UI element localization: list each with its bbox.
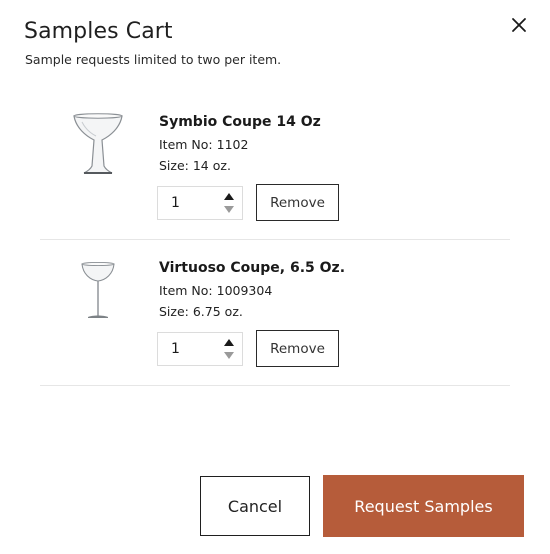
quantity-spinner: [216, 187, 242, 219]
cancel-button[interactable]: Cancel: [200, 476, 310, 536]
item-size-label: Size:: [159, 304, 189, 319]
stemmed-coupe-glass-icon: [81, 261, 115, 318]
quantity-input[interactable]: [158, 333, 218, 365]
close-button[interactable]: [508, 14, 530, 36]
quantity-stepper: [157, 186, 243, 220]
quantity-stepper: [157, 332, 243, 366]
item-number: Item No: 1009304: [159, 283, 272, 298]
increment-arrow-icon[interactable]: [224, 339, 234, 346]
remove-button[interactable]: Remove: [256, 184, 339, 221]
quantity-input[interactable]: [158, 187, 218, 219]
coupe-glass-icon: [73, 113, 123, 174]
item-number: Item No: 1102: [159, 137, 248, 152]
item-size-value: 6.75 oz.: [192, 304, 243, 319]
modal-subtitle: Sample requests limited to two per item.: [25, 52, 282, 67]
product-image: [68, 254, 128, 324]
cart-item: Virtuoso Coupe, 6.5 Oz. Item No: 1009304…: [40, 240, 510, 386]
close-icon: [512, 18, 526, 32]
modal-title: Samples Cart: [24, 19, 173, 44]
item-number-label: Item No:: [159, 137, 213, 152]
samples-cart-modal: Samples Cart Sample requests limited to …: [0, 0, 550, 554]
request-samples-button[interactable]: Request Samples: [323, 475, 524, 537]
item-size: Size: 14 oz.: [159, 158, 231, 173]
increment-arrow-icon[interactable]: [224, 193, 234, 200]
item-number-value: 1102: [216, 137, 249, 152]
item-name: Symbio Coupe 14 Oz: [159, 114, 321, 130]
remove-button[interactable]: Remove: [256, 330, 339, 367]
product-image: [68, 108, 128, 178]
item-name: Virtuoso Coupe, 6.5 Oz.: [159, 260, 346, 276]
item-number-value: 1009304: [216, 283, 273, 298]
item-number-label: Item No:: [159, 283, 213, 298]
cart-item: Symbio Coupe 14 Oz Item No: 1102 Size: 1…: [40, 94, 510, 240]
quantity-spinner: [216, 333, 242, 365]
decrement-arrow-icon[interactable]: [224, 352, 234, 359]
item-size: Size: 6.75 oz.: [159, 304, 243, 319]
item-size-label: Size:: [159, 158, 189, 173]
decrement-arrow-icon[interactable]: [224, 206, 234, 213]
item-size-value: 14 oz.: [192, 158, 231, 173]
